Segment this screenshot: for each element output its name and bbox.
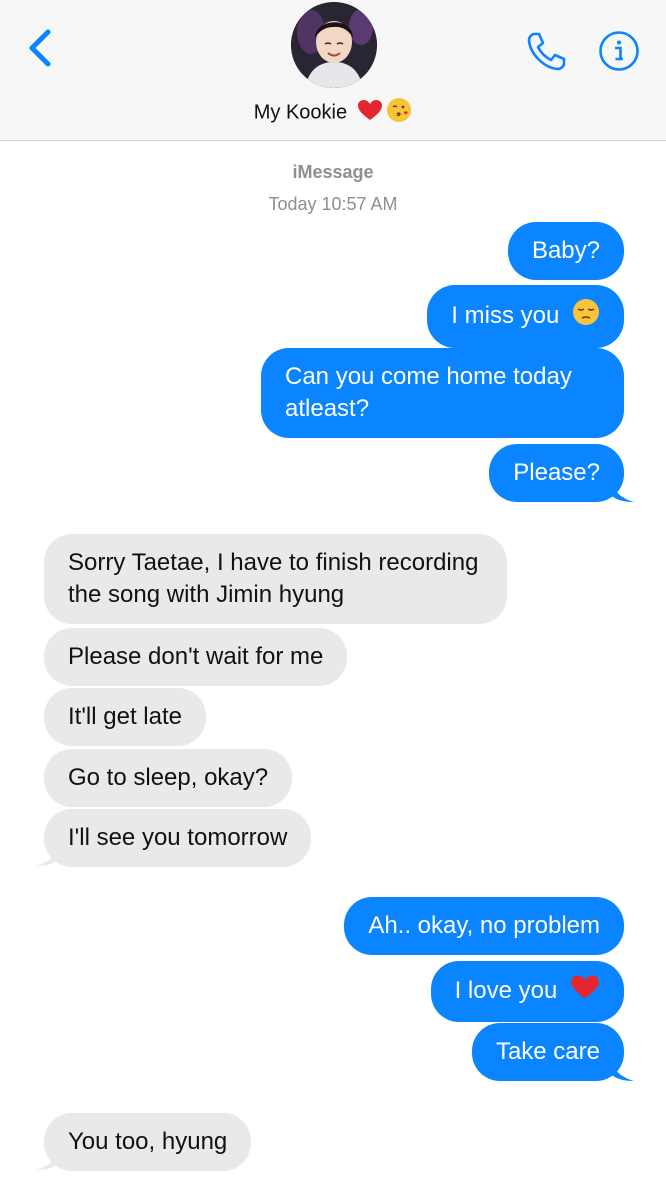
sent-message[interactable]: I love you bbox=[430, 961, 624, 1022]
red-heart-icon bbox=[570, 974, 600, 1009]
message-text: Can you come home today atleast? bbox=[285, 363, 572, 422]
red-heart-icon bbox=[357, 99, 383, 127]
bubble-tail bbox=[36, 842, 60, 866]
message-text: Take care bbox=[495, 1038, 600, 1065]
pensive-face-icon bbox=[572, 298, 600, 335]
sent-message[interactable]: I miss you bbox=[427, 285, 624, 348]
back-button[interactable] bbox=[24, 26, 56, 70]
call-button[interactable] bbox=[524, 28, 570, 74]
sent-message[interactable]: Take care bbox=[471, 1023, 624, 1081]
sent-message[interactable]: Baby? bbox=[507, 222, 624, 280]
message-text: I love you bbox=[454, 976, 558, 1004]
received-message[interactable]: Sorry Taetae, I have to finish recording… bbox=[44, 534, 507, 624]
conversation-header: My Kookie bbox=[0, 0, 666, 141]
sent-message[interactable]: Can you come home today atleast? bbox=[261, 348, 624, 438]
bubble-tail bbox=[610, 1057, 634, 1081]
sent-message[interactable]: Ah.. okay, no problem bbox=[344, 897, 624, 955]
bubble-tail bbox=[610, 478, 634, 502]
bubble-tail bbox=[36, 1146, 60, 1170]
message-text: It'll get late bbox=[68, 703, 182, 730]
received-message[interactable]: I'll see you tomorrow bbox=[44, 809, 312, 867]
chevron-left-icon bbox=[29, 29, 51, 67]
received-message[interactable]: Please don't wait for me bbox=[44, 628, 348, 686]
message-text: Please don't wait for me bbox=[68, 643, 324, 670]
message-text: Sorry Taetae, I have to finish recording… bbox=[68, 549, 479, 608]
received-message[interactable]: It'll get late bbox=[44, 688, 206, 746]
received-message[interactable]: You too, hyung bbox=[44, 1113, 252, 1171]
contact-name-label: My Kookie bbox=[253, 101, 348, 124]
phone-icon bbox=[527, 32, 566, 71]
message-text: Ah.. okay, no problem bbox=[368, 912, 600, 939]
info-button[interactable] bbox=[598, 30, 640, 72]
contact-name[interactable]: My Kookie bbox=[0, 97, 666, 129]
service-label: iMessage bbox=[292, 162, 374, 182]
message-text: Please? bbox=[513, 459, 600, 486]
message-text: Go to sleep, okay? bbox=[68, 764, 269, 791]
message-text: Baby? bbox=[531, 237, 600, 264]
avatar-photo bbox=[291, 2, 377, 88]
message-text: You too, hyung bbox=[68, 1128, 228, 1155]
timestamp: Today 10:57 AM bbox=[268, 194, 398, 214]
message-text: I miss you bbox=[451, 301, 560, 329]
info-icon bbox=[599, 31, 639, 71]
kiss-face-icon bbox=[386, 97, 412, 129]
contact-avatar[interactable] bbox=[291, 2, 377, 88]
sent-message[interactable]: Please? bbox=[489, 444, 624, 502]
received-message[interactable]: Go to sleep, okay? bbox=[44, 749, 293, 807]
message-text: I'll see you tomorrow bbox=[68, 824, 288, 851]
